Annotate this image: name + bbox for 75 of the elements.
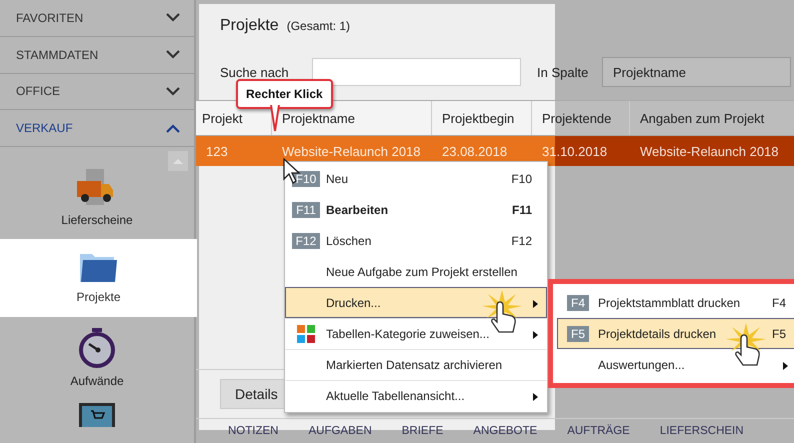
bottom-tab[interactable]: NOTIZEN	[228, 425, 278, 437]
shortcut-label: F11	[512, 202, 532, 216]
bottom-tab[interactable]: AUFGABEN	[308, 425, 372, 437]
menu-item-label: Projektdetails drucken	[598, 326, 716, 340]
menu-item-label: Löschen	[326, 234, 372, 248]
column-header[interactable]: Projektbegin	[432, 101, 532, 135]
submenu-arrow-icon	[783, 362, 788, 370]
menu-item-label: Neue Aufgabe zum Projekt erstellen	[326, 264, 518, 278]
shortcut-badge: F5	[566, 326, 589, 342]
column-header[interactable]: Projektende	[532, 101, 630, 135]
sidebar-item-label: Projekte	[76, 290, 121, 304]
section-header[interactable]: FAVORITEN	[16, 10, 84, 25]
shortcut-label: F10	[511, 172, 532, 186]
menu-item[interactable]: Tabellen-Kategorie zuweisen...	[285, 318, 547, 349]
sidebar-item[interactable]: Aufwände	[0, 321, 194, 395]
section-header[interactable]: STAMMDATEN	[16, 48, 98, 62]
menu-item-label: Aktuelle Tabellenansicht...	[326, 388, 465, 402]
menu-item-label: Drucken...	[326, 296, 381, 310]
shortcut-label: F12	[511, 234, 532, 248]
section-header[interactable]: OFFICE	[16, 84, 60, 98]
shortcut-badge: F4	[566, 294, 589, 310]
search-field[interactable]	[312, 58, 521, 86]
chevron-icon	[166, 124, 180, 133]
sidebar-item-label: Lieferscheine	[61, 213, 133, 227]
table-cell-text: Website-Relaunch 2018	[281, 142, 422, 160]
menu-item-label: Tabellen-Kategorie zuweisen...	[326, 326, 490, 340]
chevron-icon	[166, 50, 180, 60]
record-count: (Gesamt: 1)	[286, 19, 350, 33]
table-cell-text: 31.10.2018	[541, 142, 608, 160]
stopwatch-icon	[79, 328, 115, 368]
submenu-arrow-icon	[533, 300, 538, 308]
shortcut-badge: F12	[292, 232, 320, 248]
laptop-cart-icon	[77, 403, 117, 427]
table-cell-text: Website-Relaunch 2018	[639, 142, 780, 160]
menu-item[interactable]: F4 Projektstammblatt drucken F4	[557, 287, 794, 318]
column-dropdown[interactable]: Projektname	[602, 57, 791, 87]
menu-item[interactable]: F12 Löschen F12	[285, 225, 547, 256]
shortcut-badge: F11	[292, 202, 320, 218]
column-label: In Spalte	[537, 64, 590, 80]
page-title: Projekte	[220, 17, 279, 35]
menu-item[interactable]: Markierten Datensatz archivieren	[285, 349, 547, 380]
scroll-up-button[interactable]	[168, 151, 188, 171]
shortcut-label: F5	[772, 326, 786, 340]
menu-item[interactable]: F11 Bearbeiten F11	[285, 194, 547, 225]
table-row[interactable]: 123 Website-Relaunch 2018 23.08.2018 31.10.2018 Website-Relaunch 2018	[196, 136, 794, 166]
table-cell-text: 23.08.2018	[441, 142, 508, 160]
section-header[interactable]: VERKAUF	[16, 121, 73, 136]
bottom-tab[interactable]: ANGEBOTE	[473, 425, 538, 437]
menu-item[interactable]: Aktuelle Tabellenansicht...	[285, 380, 547, 411]
tooltip: Rechter Klick	[236, 79, 333, 109]
sidebar-item-label: Aufwände	[70, 374, 124, 388]
menu-item-label: Projektstammblatt drucken	[598, 296, 740, 310]
menu-item-label: Auswertungen...	[598, 358, 685, 372]
search-label: Suche nach	[220, 64, 290, 80]
chevron-icon	[166, 13, 180, 22]
menu-item-label: Bearbeiten	[326, 202, 388, 216]
shortcut-label: F4	[772, 296, 786, 310]
table-cell-text: 123	[205, 142, 229, 160]
menu-item[interactable]: Auswertungen...	[557, 349, 794, 380]
menu-item[interactable]: Neue Aufgabe zum Projekt erstellen	[285, 256, 547, 287]
tiles-icon	[297, 324, 315, 342]
bottom-tab[interactable]: AUFTRÄGE	[567, 425, 630, 437]
bottom-tab[interactable]: BRIEFE	[402, 425, 444, 437]
callout-pointer-icon	[270, 105, 280, 132]
sidebar-item[interactable]: Lieferscheine	[0, 161, 194, 235]
submenu-arrow-icon	[533, 393, 538, 401]
bottom-tab[interactable]: LIEFERSCHEIN	[660, 425, 744, 437]
menu-item-label: Markierten Datensatz archivieren	[326, 358, 502, 372]
menu-item-label: Neu	[326, 172, 348, 186]
sidebar-item[interactable]: Projekte	[0, 239, 197, 317]
folder-icon	[80, 252, 118, 284]
submenu-arrow-icon	[533, 331, 538, 339]
column-header[interactable]: Angaben zum Projekt	[630, 101, 794, 135]
hand-cursor-icon	[726, 323, 766, 367]
chevron-icon	[166, 86, 180, 96]
